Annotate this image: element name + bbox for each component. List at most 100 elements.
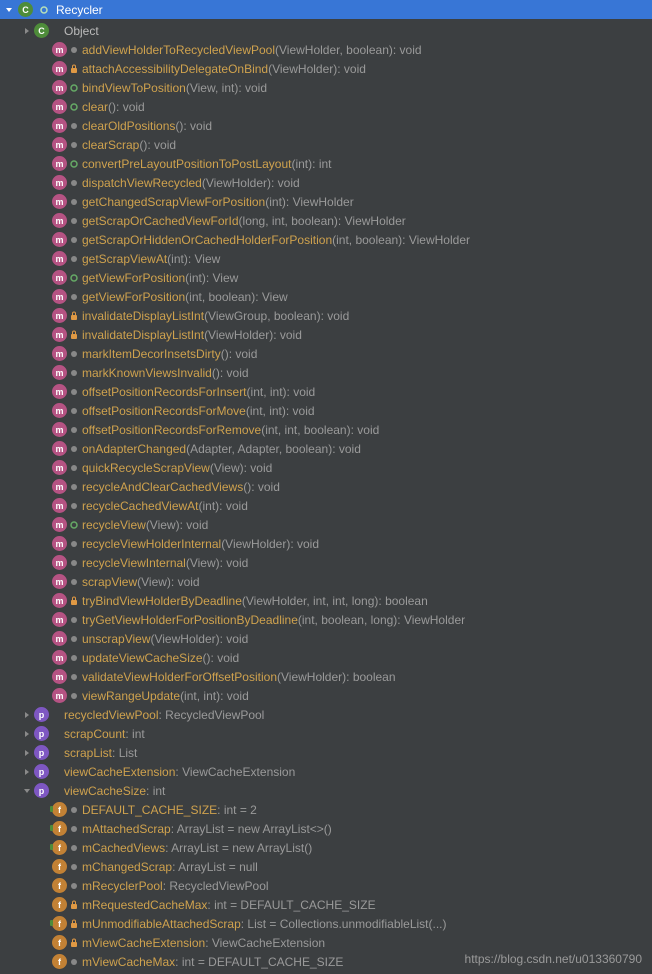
chevron-down-icon[interactable]	[4, 5, 14, 15]
tree-row[interactable]: mmarkKnownViewsInvalid(): void	[0, 363, 652, 382]
tree-row[interactable]: CObject	[0, 21, 652, 40]
tree-row[interactable]: mvalidateViewHolderForOffsetPosition(Vie…	[0, 667, 652, 686]
tree-row[interactable]: mgetScrapOrHiddenOrCachedHolderForPositi…	[0, 230, 652, 249]
tree-row[interactable]: f mChangedScrap: ArrayList = null	[0, 857, 652, 876]
tree-row[interactable]: mgetChangedScrapViewForPosition(int): Vi…	[0, 192, 652, 211]
method-icon: m	[52, 327, 67, 342]
package-icon	[69, 539, 79, 549]
tree-row[interactable]: moffsetPositionRecordsForMove(int, int):…	[0, 401, 652, 420]
tree-row[interactable]: mgetViewForPosition(int): View	[0, 268, 652, 287]
tree-row[interactable]: mquickRecycleScrapView(View): void	[0, 458, 652, 477]
method-icon: m	[52, 631, 67, 646]
tree-row[interactable]: pviewCacheExtension: ViewCacheExtension	[0, 762, 652, 781]
chevron-right-icon[interactable]	[22, 767, 32, 777]
tree-row[interactable]: mrecycleViewInternal(View): void	[0, 553, 652, 572]
chevron-right-icon[interactable]	[22, 710, 32, 720]
tree-row[interactable]: mrecycleViewHolderInternal(ViewHolder): …	[0, 534, 652, 553]
signature: scrapList: List	[64, 746, 137, 760]
tree-row[interactable]: mgetViewForPosition(int, boolean): View	[0, 287, 652, 306]
tree-row[interactable]: mrecycleCachedViewAt(int): void	[0, 496, 652, 515]
signature: getViewForPosition(int): View	[82, 271, 238, 285]
signature: attachAccessibilityDelegateOnBind(ViewHo…	[82, 62, 366, 76]
signature: recycleView(View): void	[82, 518, 208, 532]
signature: tryGetViewHolderForPositionByDeadline(in…	[82, 613, 465, 627]
method-icon: m	[52, 536, 67, 551]
tree-row[interactable]: mupdateViewCacheSize(): void	[0, 648, 652, 667]
tree-row[interactable]: fmCachedViews: ArrayList = new ArrayList…	[0, 838, 652, 857]
tree-row[interactable]: pscrapCount: int	[0, 724, 652, 743]
tree-row[interactable]: mscrapView(View): void	[0, 572, 652, 591]
tree-row[interactable]: precycledViewPool: RecycledViewPool	[0, 705, 652, 724]
open-icon	[69, 159, 79, 169]
tree-row[interactable]: m recycleView(View): void	[0, 515, 652, 534]
tree-row[interactable]: fmViewCacheExtension: ViewCacheExtension	[0, 933, 652, 952]
property-icon: p	[34, 745, 49, 760]
chevron-right-icon[interactable]	[22, 26, 32, 36]
signature: offsetPositionRecordsForInsert(int, int)…	[82, 385, 315, 399]
package-icon	[69, 235, 79, 245]
method-icon: m	[52, 403, 67, 418]
method-icon: m	[52, 137, 67, 152]
method-icon: m	[52, 517, 67, 532]
tree-row[interactable]: mmarkItemDecorInsetsDirty(): void	[0, 344, 652, 363]
signature: offsetPositionRecordsForRemove(int, int,…	[82, 423, 379, 437]
tree-row[interactable]: mbindViewToPosition(View, int): void	[0, 78, 652, 97]
tree-row[interactable]: mgetScrapOrCachedViewForId(long, int, bo…	[0, 211, 652, 230]
tree-row[interactable]: mrecycleAndClearCachedViews(): void	[0, 477, 652, 496]
tree-row[interactable]: moffsetPositionRecordsForRemove(int, int…	[0, 420, 652, 439]
tree-row[interactable]: mgetScrapViewAt(int): View	[0, 249, 652, 268]
chevron-right-icon[interactable]	[22, 729, 32, 739]
tree-row[interactable]: mtryGetViewHolderForPositionByDeadline(i…	[0, 610, 652, 629]
tree-row[interactable]: mviewRangeUpdate(int, int): void	[0, 686, 652, 705]
signature: viewCacheSize: int	[64, 784, 165, 798]
tree-row[interactable]: fmRequestedCacheMax: int = DEFAULT_CACHE…	[0, 895, 652, 914]
package-icon	[69, 881, 79, 891]
method-icon: m	[52, 308, 67, 323]
tree-row[interactable]: mclearOldPositions(): void	[0, 116, 652, 135]
tree-row[interactable]: p scrapList: List	[0, 743, 652, 762]
signature: recycleViewInternal(View): void	[82, 556, 248, 570]
method-icon: m	[52, 441, 67, 456]
chevron-down-icon[interactable]	[22, 786, 32, 796]
tree-row[interactable]: maddViewHolderToRecycledViewPool(ViewHol…	[0, 40, 652, 59]
signature: getViewForPosition(int, boolean): View	[82, 290, 288, 304]
package-icon	[69, 425, 79, 435]
field-icon: f	[52, 859, 67, 874]
tree-row[interactable]: munscrapView(ViewHolder): void	[0, 629, 652, 648]
signature: bindViewToPosition(View, int): void	[82, 81, 267, 95]
tree-row[interactable]: pviewCacheSize: int	[0, 781, 652, 800]
method-icon: m	[52, 365, 67, 380]
tree-row[interactable]: fmAttachedScrap: ArrayList = new ArrayLi…	[0, 819, 652, 838]
package-icon	[69, 843, 79, 853]
package-icon	[69, 501, 79, 511]
tree-row[interactable]: mdispatchViewRecycled(ViewHolder): void	[0, 173, 652, 192]
tree-row[interactable]: mclearScrap(): void	[0, 135, 652, 154]
chevron-right-icon[interactable]	[22, 748, 32, 758]
signature: mChangedScrap: ArrayList = null	[82, 860, 258, 874]
package-icon	[69, 444, 79, 454]
tree-row[interactable]: mattachAccessibilityDelegateOnBind(ViewH…	[0, 59, 652, 78]
structure-tree: CObjectmaddViewHolderToRecycledViewPool(…	[0, 19, 652, 971]
tree-row[interactable]: m invalidateDisplayListInt(ViewHolder): v…	[0, 325, 652, 344]
package-icon	[69, 482, 79, 492]
tree-row[interactable]: fDEFAULT_CACHE_SIZE: int = 2	[0, 800, 652, 819]
method-icon: m	[52, 460, 67, 475]
lock-icon	[69, 919, 79, 929]
tree-row[interactable]: mconvertPreLayoutPositionToPostLayout(in…	[0, 154, 652, 173]
tree-row[interactable]: fmUnmodifiableAttachedScrap: List = Coll…	[0, 914, 652, 933]
tree-row[interactable]: mclear(): void	[0, 97, 652, 116]
field-icon: f	[52, 897, 67, 912]
property-icon: p	[34, 726, 49, 741]
method-icon: m	[52, 498, 67, 513]
tree-row[interactable]: mtryBindViewHolderByDeadline(ViewHolder,…	[0, 591, 652, 610]
tree-row[interactable]: minvalidateDisplayListInt(ViewGroup, boo…	[0, 306, 652, 325]
tree-row[interactable]: fmRecyclerPool: RecycledViewPool	[0, 876, 652, 895]
method-icon: m	[52, 593, 67, 608]
tree-row[interactable]: moffsetPositionRecordsForInsert(int, int…	[0, 382, 652, 401]
signature: mViewCacheExtension: ViewCacheExtension	[82, 936, 325, 950]
tree-row[interactable]: monAdapterChanged(Adapter, Adapter, bool…	[0, 439, 652, 458]
signature: invalidateDisplayListInt(ViewHolder): vo…	[82, 328, 302, 342]
open-icon	[69, 273, 79, 283]
package-icon	[69, 558, 79, 568]
method-icon: m	[52, 194, 67, 209]
